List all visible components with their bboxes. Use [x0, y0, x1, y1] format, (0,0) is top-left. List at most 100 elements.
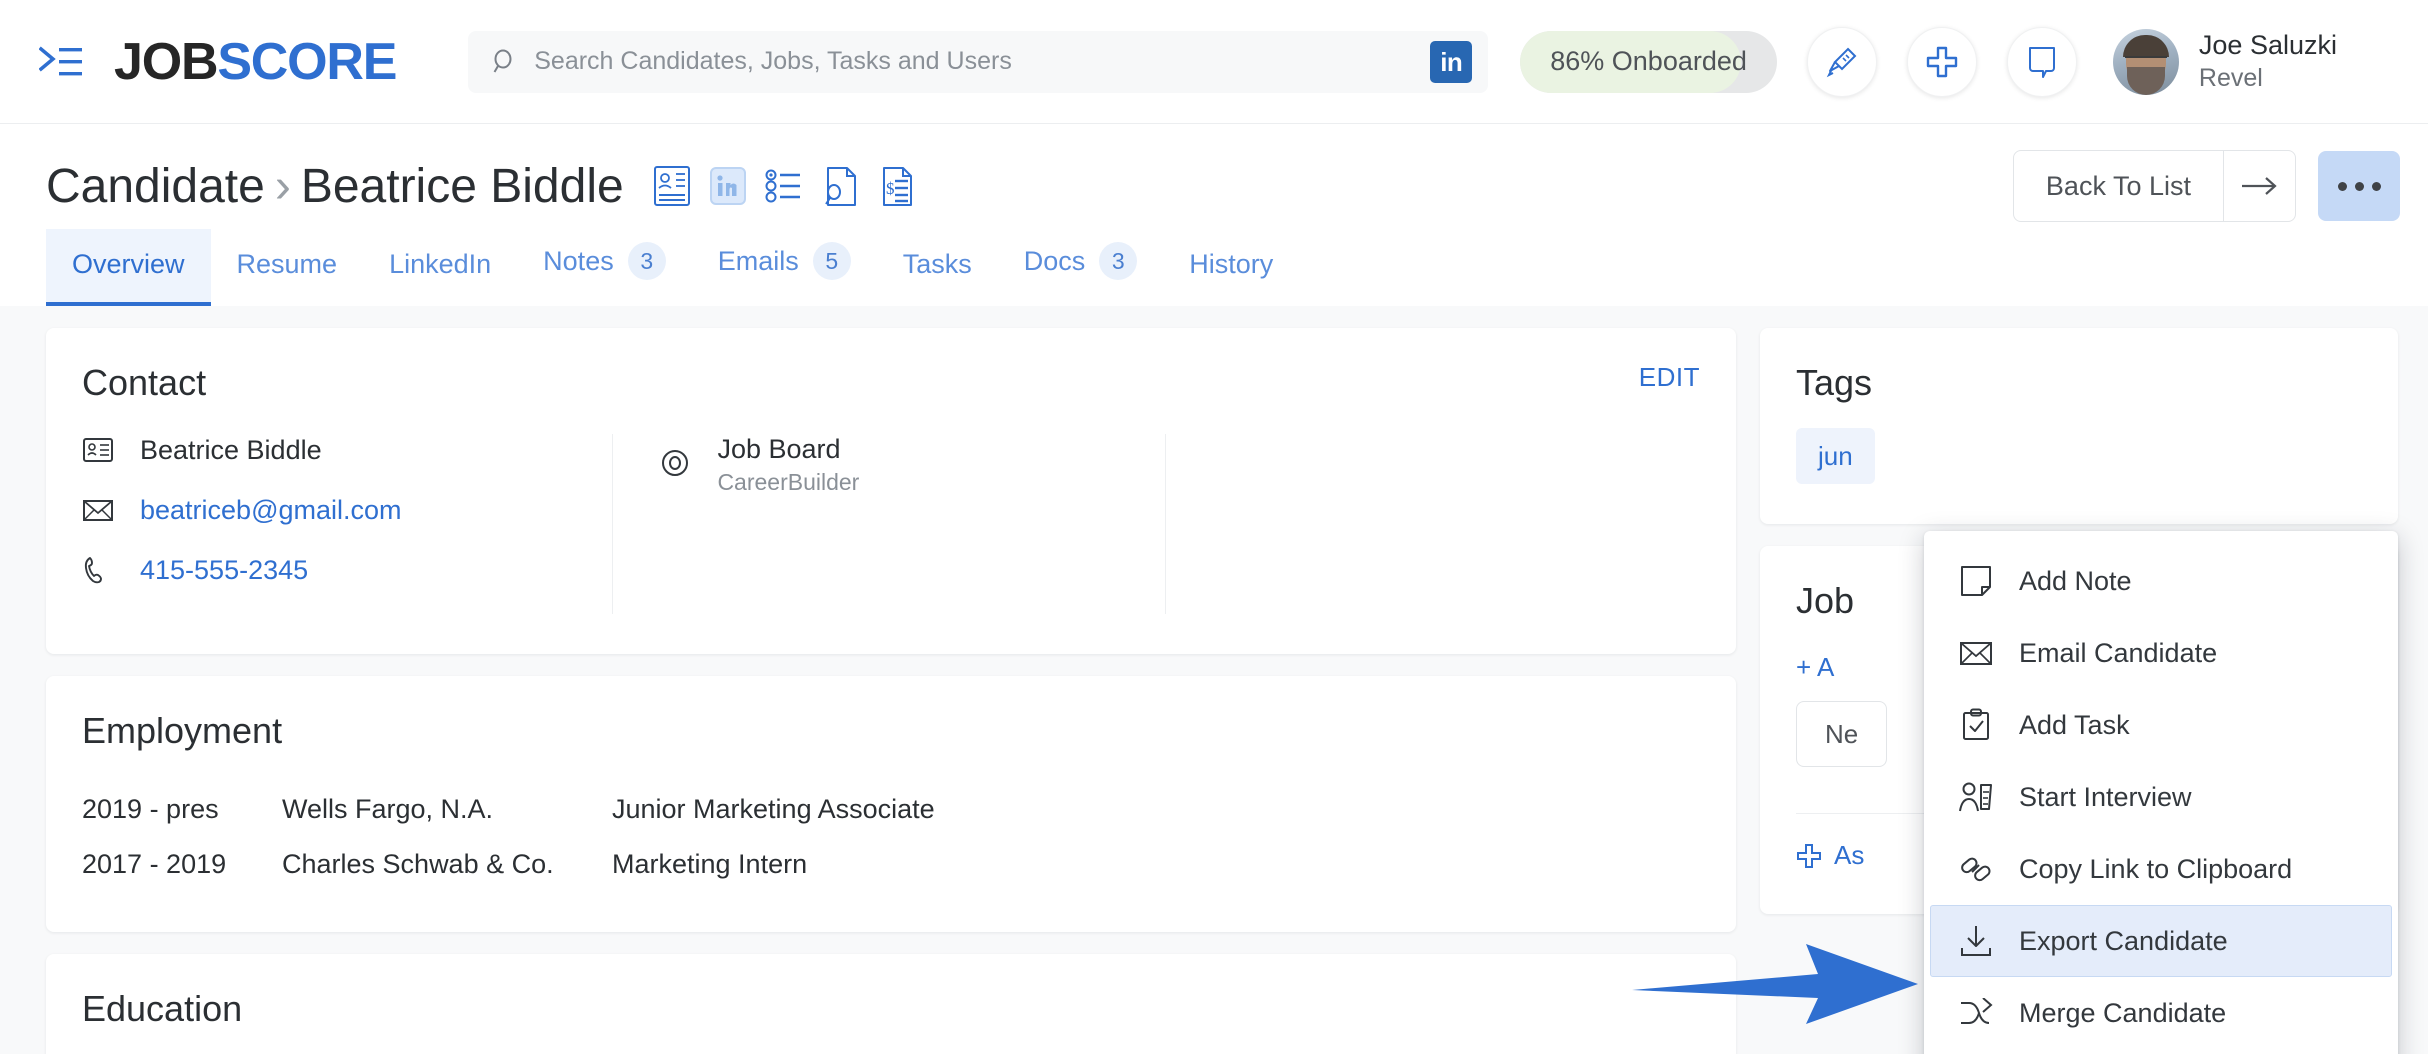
tab-notes[interactable]: Notes 3 — [517, 222, 692, 306]
contact-card-icon[interactable] — [652, 164, 692, 208]
edit-contact-link[interactable]: EDIT — [1639, 362, 1700, 393]
assign-link[interactable]: As — [1796, 840, 1864, 871]
education-card-title: Education — [82, 988, 243, 1029]
tab-label: Resume — [236, 249, 338, 279]
source-sub: CareerBuilder — [717, 469, 860, 495]
employment-company: Charles Schwab & Co. — [282, 849, 554, 879]
contact-email[interactable]: beatriceb@gmail.com — [140, 495, 402, 526]
contact-source: Job Board CareerBuilder — [612, 434, 1165, 614]
linkedin-icon[interactable]: in — [1430, 40, 1473, 83]
link-icon — [1957, 850, 1995, 888]
plus-icon[interactable] — [1906, 26, 1977, 97]
tab-label: Tasks — [902, 249, 972, 279]
main-content: Contact EDIT Beatrice Biddle beatriceb@g… — [0, 306, 2428, 1054]
chat-icon[interactable] — [2006, 26, 2077, 97]
paintbrush-icon[interactable] — [1806, 26, 1877, 97]
tab-label: Notes — [543, 245, 614, 276]
table-row: 2019 - pres Wells Fargo, N.A. Junior Mar… — [82, 782, 1700, 837]
interview-icon — [1957, 778, 1995, 816]
page-title-row: Candidate › Beatrice Biddle $ Back To Li… — [0, 124, 2428, 222]
tab-tasks[interactable]: Tasks — [877, 229, 998, 306]
menu-item-export-candidate[interactable]: Export Candidate — [1930, 905, 2392, 977]
tab-count-badge: 5 — [812, 242, 851, 280]
menu-item-add-note[interactable]: Add Note — [1930, 545, 2392, 617]
tab-history[interactable]: History — [1163, 229, 1299, 306]
tab-docs[interactable]: Docs 3 — [998, 222, 1164, 306]
clipboard-check-icon — [1957, 706, 1995, 744]
tag-chip[interactable]: jun — [1796, 428, 1875, 484]
tab-linkedin[interactable]: LinkedIn — [363, 229, 517, 306]
tab-overview[interactable]: Overview — [46, 229, 211, 306]
back-to-list-button[interactable]: Back To List — [2014, 151, 2223, 221]
menu-item-label: Add Task — [2019, 709, 2130, 740]
tags-card: Tags jun — [1760, 328, 2398, 524]
plus-icon — [1797, 843, 1821, 868]
tab-label: Emails — [717, 245, 799, 276]
employment-role: Junior Marketing Associate — [612, 794, 935, 824]
download-icon — [1957, 922, 1995, 960]
app-logo[interactable]: JOBSCORE — [114, 36, 397, 88]
arrow-right-icon[interactable] — [2223, 151, 2295, 221]
onboarded-label: 86% Onboarded — [1550, 46, 1747, 76]
tab-count-badge: 3 — [627, 242, 666, 280]
source-target-icon — [659, 449, 691, 481]
contact-phone[interactable]: 415-555-2345 — [140, 555, 308, 586]
menu-item-label: Start Interview — [2019, 781, 2192, 812]
page-title: Beatrice Biddle — [300, 159, 624, 213]
global-search[interactable]: in — [468, 30, 1489, 93]
education-card: Education 2017 Cal Poly SLO — [46, 954, 1736, 1054]
menu-item-copy-link[interactable]: Copy Link to Clipboard — [1930, 833, 2392, 905]
employment-card-title: Employment — [82, 710, 283, 751]
employment-dates: 2019 - pres — [82, 794, 219, 824]
svg-text:$: $ — [886, 179, 895, 198]
tab-label: LinkedIn — [389, 249, 492, 279]
envelope-icon — [1957, 634, 1995, 672]
checklist-icon[interactable] — [764, 164, 804, 208]
menu-item-label: Email Candidate — [2019, 637, 2218, 668]
source-label: Job Board — [717, 434, 841, 464]
contact-name-row: Beatrice Biddle — [82, 434, 582, 466]
search-input[interactable] — [534, 47, 1431, 76]
contact-phone-row: 415-555-2345 — [82, 554, 582, 586]
envelope-icon — [82, 494, 114, 526]
scorecard-icon[interactable]: $ — [876, 164, 916, 208]
user-menu[interactable]: Joe Saluzki Revel — [2112, 28, 2337, 95]
linkedin-icon[interactable] — [708, 164, 748, 208]
tab-emails[interactable]: Emails 5 — [692, 222, 877, 306]
merge-icon — [1957, 994, 1995, 1032]
tab-label: Overview — [72, 249, 185, 279]
source-row: Job Board CareerBuilder — [659, 434, 1135, 496]
employment-card: Employment 2019 - pres Wells Fargo, N.A.… — [46, 676, 1736, 932]
menu-item-email-candidate[interactable]: Email Candidate — [1930, 617, 2392, 689]
employment-dates: 2017 - 2019 — [82, 849, 227, 879]
ellipsis-icon[interactable] — [2318, 151, 2400, 221]
menu-item-start-interview[interactable]: Start Interview — [1930, 761, 2392, 833]
menu-item-label: Export Candidate — [2019, 925, 2228, 956]
job-status-button[interactable]: Ne — [1796, 701, 1888, 767]
menu-item-label: Copy Link to Clipboard — [2019, 853, 2293, 884]
employment-role: Marketing Intern — [612, 849, 808, 879]
title-actions: Back To List — [2012, 150, 2400, 222]
user-org: Revel — [2198, 63, 2263, 92]
contact-card-title: Contact — [82, 362, 207, 403]
contact-card-icon — [82, 434, 114, 466]
menu-item-add-task[interactable]: Add Task — [1930, 689, 2392, 761]
tab-resume[interactable]: Resume — [211, 229, 364, 306]
hamburger-icon[interactable] — [34, 42, 88, 82]
breadcrumb-root[interactable]: Candidate — [46, 160, 265, 213]
tab-label: History — [1189, 249, 1274, 279]
menu-item-label: Add Note — [2019, 565, 2132, 596]
avatar — [2112, 28, 2179, 95]
left-column: Contact EDIT Beatrice Biddle beatriceb@g… — [0, 328, 1760, 1054]
top-bar: JOBSCORE in 86% Onboarded — [0, 0, 2428, 124]
resume-search-icon[interactable] — [820, 164, 860, 208]
table-row: 2017 - 2019 Charles Schwab & Co. Marketi… — [82, 837, 1700, 892]
user-name: Joe Saluzki — [2198, 30, 2337, 60]
title-icon-group: $ — [652, 164, 916, 208]
phone-icon — [82, 554, 114, 586]
add-job-link[interactable]: + A — [1796, 652, 1834, 683]
tab-bar: Overview Resume LinkedIn Notes 3 Emails … — [0, 222, 2428, 306]
tab-count-badge: 3 — [1099, 242, 1138, 280]
menu-item-merge-candidate[interactable]: Merge Candidate — [1930, 977, 2392, 1049]
menu-item-mark-private[interactable]: Mark All Notes and Emails Private — [1930, 1049, 2392, 1054]
